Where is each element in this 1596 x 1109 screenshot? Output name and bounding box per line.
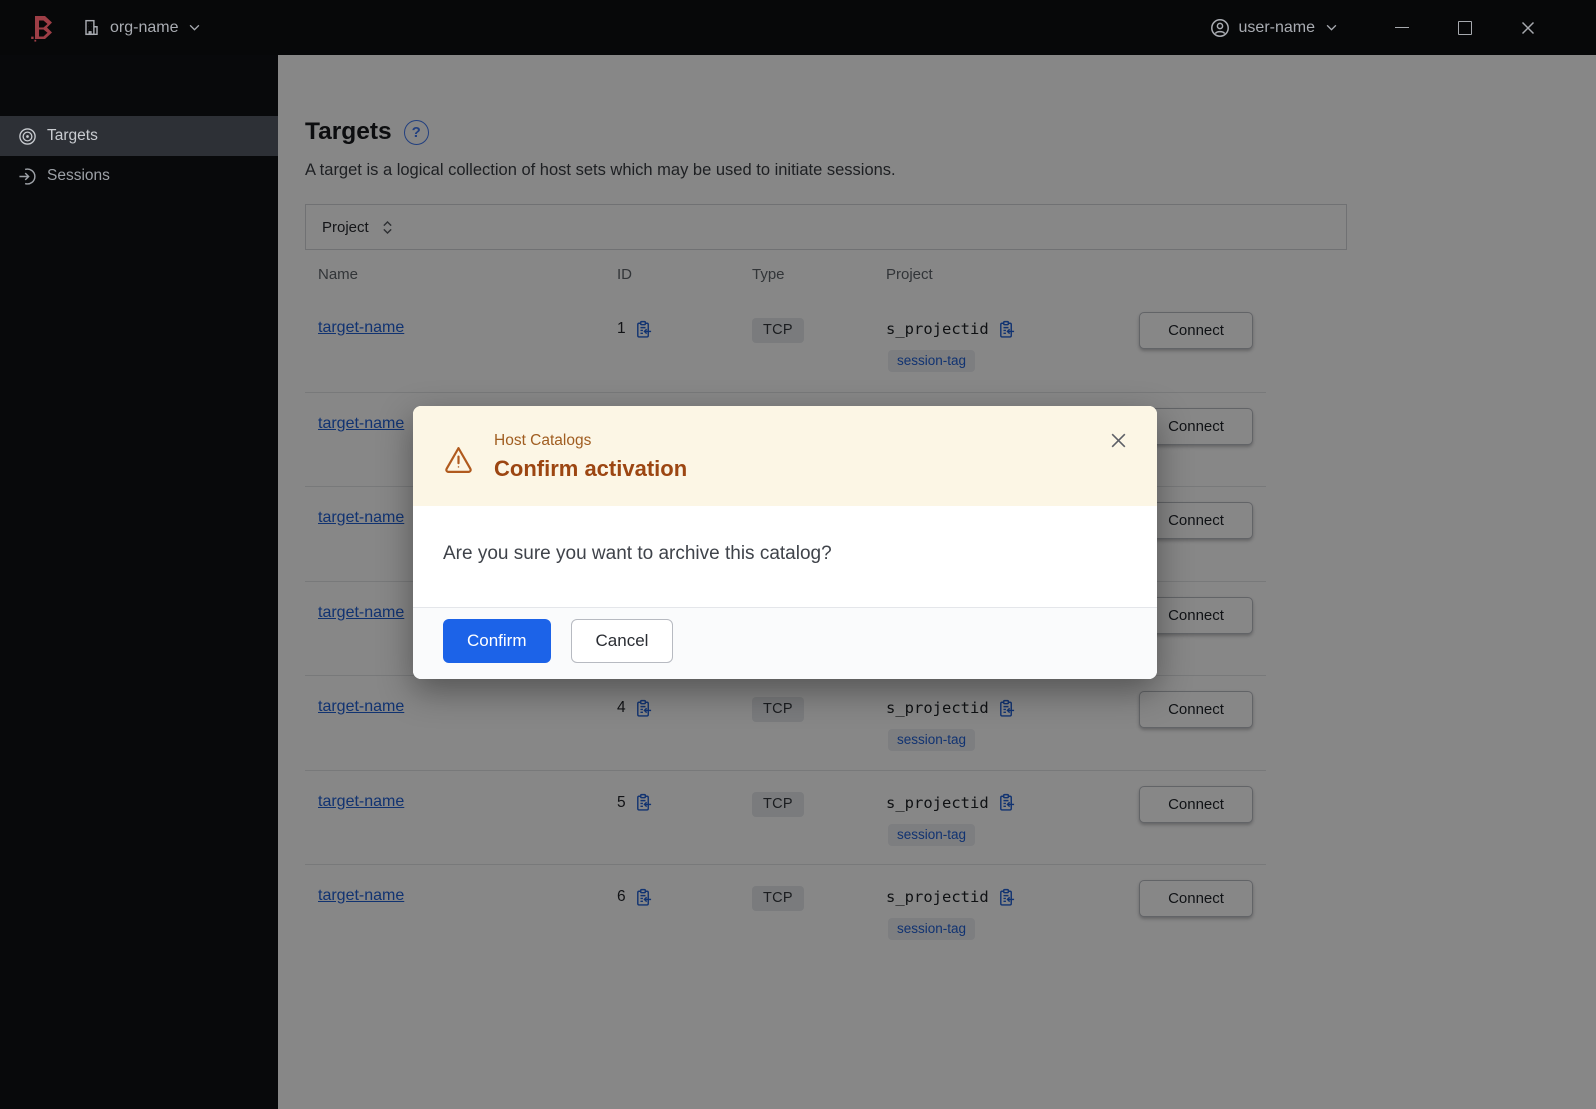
warning-icon (443, 444, 474, 475)
dialog-close-button[interactable] (1109, 430, 1129, 450)
close-icon (1520, 20, 1536, 36)
org-name-label: org-name (110, 18, 179, 36)
sidebar-item-label: Targets (47, 127, 98, 144)
sidebar-item-sessions[interactable]: Sessions (0, 156, 278, 196)
cancel-button[interactable]: Cancel (570, 619, 674, 663)
maximize-icon (1458, 20, 1472, 35)
maximize-button[interactable] (1455, 18, 1475, 38)
user-name-label: user-name (1238, 18, 1315, 36)
minimize-button[interactable] (1392, 18, 1412, 38)
dialog-footer: Confirm Cancel (413, 607, 1157, 679)
target-icon (18, 127, 37, 146)
dialog-title: Confirm activation (494, 455, 688, 481)
sidebar-item-targets[interactable]: Targets (0, 116, 278, 156)
session-icon (18, 167, 37, 186)
titlebar: org-name user-name (0, 0, 1596, 55)
boundary-logo-icon (28, 13, 58, 43)
sidebar-item-label: Sessions (47, 167, 110, 184)
user-avatar-icon (1210, 18, 1230, 38)
confirm-dialog: Host Catalogs Confirm activation Are you… (413, 406, 1157, 679)
dialog-header: Host Catalogs Confirm activation (413, 406, 1157, 506)
user-menu[interactable]: user-name (1210, 18, 1337, 38)
close-window-button[interactable] (1518, 18, 1538, 38)
close-icon (1109, 431, 1129, 450)
chevron-down-icon (1326, 24, 1337, 31)
chevron-down-icon (189, 24, 200, 31)
dialog-body-text: Are you sure you want to archive this ca… (443, 543, 832, 564)
confirm-button[interactable]: Confirm (443, 619, 551, 663)
sidebar: Targets Sessions (0, 55, 278, 1109)
dialog-context-label: Host Catalogs (494, 431, 592, 449)
window-controls (1392, 18, 1538, 38)
org-building-icon (82, 18, 101, 37)
minimize-icon (1395, 27, 1409, 28)
org-menu[interactable]: org-name (82, 18, 200, 37)
